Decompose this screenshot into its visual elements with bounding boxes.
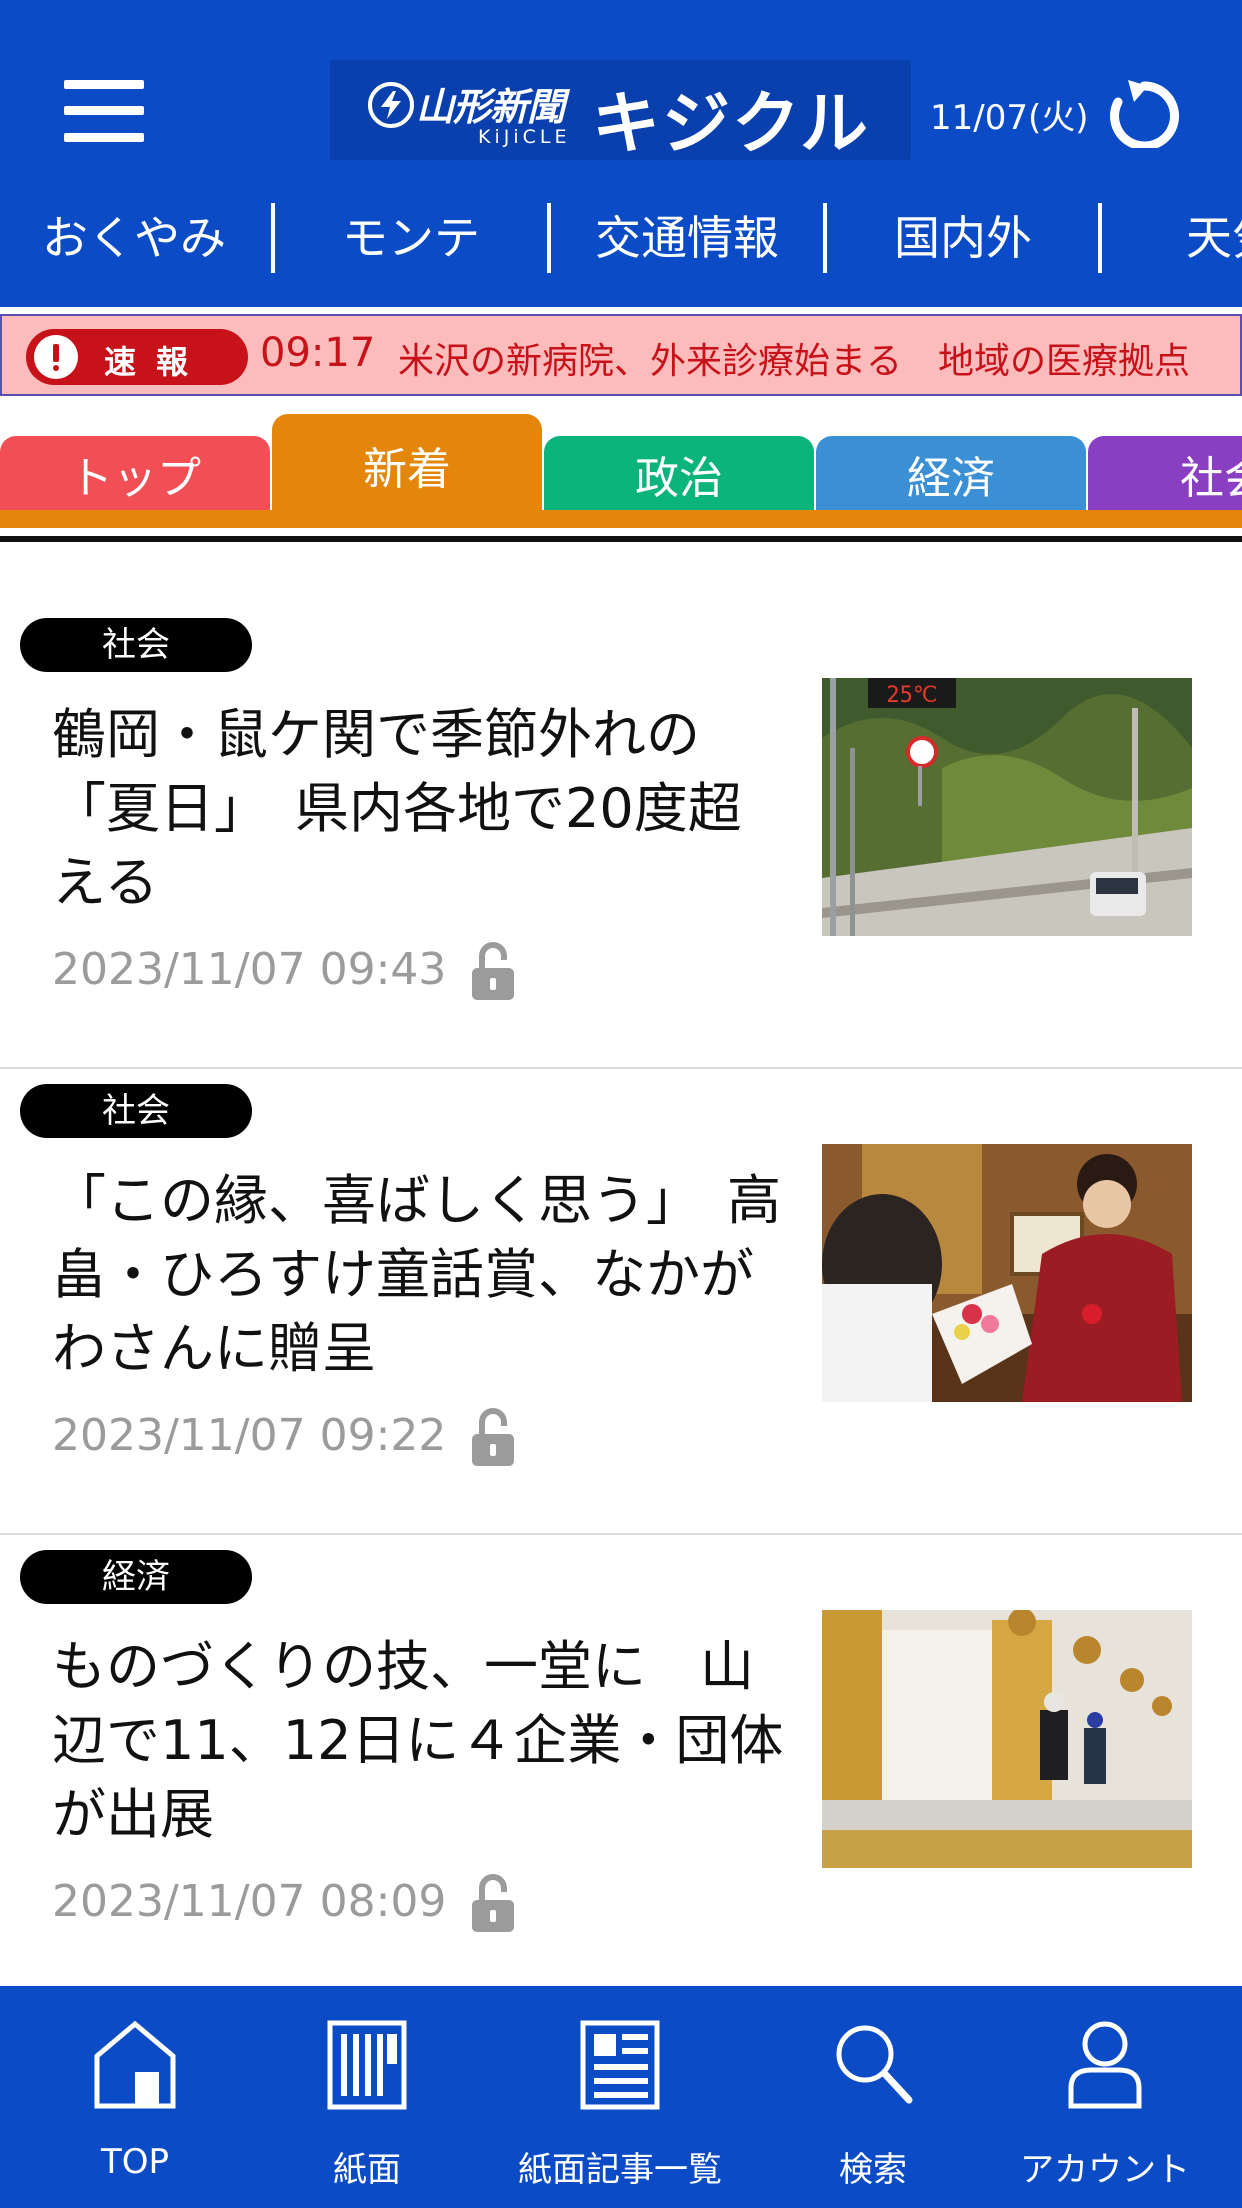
bottom-nav-label: 検索: [839, 2150, 907, 2190]
logo-subtitle: KiJiCLE: [478, 126, 571, 148]
breaking-headline[interactable]: 米沢の新病院、外来診療始まる 地域の医療拠点: [398, 332, 1190, 384]
breaking-time: 09:17: [260, 330, 376, 376]
bottom-nav-account[interactable]: アカウント: [1010, 1986, 1200, 2208]
search-icon: [833, 2020, 913, 2114]
category-montedio[interactable]: モンテ: [300, 205, 522, 271]
bottom-nav-top[interactable]: TOP: [40, 1986, 230, 2208]
genre-label: 社会: [20, 618, 252, 672]
logo-app-name: キジクル: [592, 85, 870, 164]
newspaper-icon: [327, 2020, 407, 2114]
article-headline[interactable]: 鶴岡・鼠ケ関で季節外れの「夏日」 県内各地で20度超える: [52, 698, 792, 920]
tab-economy[interactable]: 経済: [816, 436, 1086, 512]
alert-icon: [34, 335, 78, 379]
article-thumbnail: 25℃: [822, 678, 1192, 936]
article-item[interactable]: 社会 鶴岡・鼠ケ関で季節外れの「夏日」 県内各地で20度超える 2023/11/…: [0, 604, 1242, 1069]
tab-strip: [0, 510, 1242, 528]
bottom-nav-label: アカウント: [1020, 2150, 1190, 2190]
bottom-nav-article-list[interactable]: 紙面記事一覧: [500, 1986, 740, 2208]
category-divider: [547, 203, 551, 273]
tab-new[interactable]: 新着: [272, 414, 542, 512]
article-item[interactable]: 社会 「この縁、喜ばしく思う」 高畠・ひろすけ童話賞、なかがわさんに贈呈 202…: [0, 1070, 1242, 1535]
category-divider: [823, 203, 827, 273]
bottom-nav-paper[interactable]: 紙面: [272, 1986, 462, 2208]
home-icon: [93, 2020, 177, 2114]
refresh-icon[interactable]: [1108, 72, 1180, 151]
article-thumbnail: [822, 1144, 1192, 1402]
article-list-icon: [580, 2020, 660, 2114]
genre-label: 経済: [20, 1550, 252, 1604]
bottom-nav-label: 紙面記事一覧: [518, 2150, 722, 2190]
tab-politics[interactable]: 政治: [544, 436, 814, 512]
hamburger-menu-icon[interactable]: [64, 80, 144, 142]
category-traffic[interactable]: 交通情報: [576, 205, 798, 271]
genre-tabs: トップ 新着 政治 経済 社会: [0, 408, 1242, 528]
account-icon: [1067, 2020, 1143, 2114]
category-nav: おくやみ モンテ 交通情報 国内外 天気: [0, 195, 1242, 283]
category-okuyami[interactable]: おくやみ: [24, 205, 244, 271]
article-item[interactable]: 経済 ものづくりの技、一堂に 山辺で11、12日に４企業・団体が出展 2023/…: [0, 1536, 1242, 2001]
tab-top[interactable]: トップ: [0, 436, 270, 512]
app-logo[interactable]: 山形新聞 KiJiCLE キジクル: [330, 60, 911, 164]
bottom-nav-search[interactable]: 検索: [778, 1986, 968, 2208]
article-timestamp: 2023/11/07 09:22: [52, 1410, 447, 1461]
logo-paper-name: 山形新聞: [416, 85, 565, 129]
category-national[interactable]: 国内外: [852, 205, 1074, 271]
category-divider: [271, 203, 275, 273]
bottom-nav-label: TOP: [100, 2142, 170, 2182]
article-headline[interactable]: ものづくりの技、一堂に 山辺で11、12日に４企業・団体が出展: [52, 1630, 792, 1852]
category-divider: [1098, 203, 1102, 273]
unlocked-icon: [470, 1408, 516, 1468]
category-weather[interactable]: 天気: [1186, 205, 1242, 271]
breaking-badge-label: 速報: [104, 343, 209, 381]
breaking-news-badge[interactable]: 速報: [26, 329, 248, 385]
bottom-nav-label: 紙面: [333, 2150, 401, 2190]
bottom-tab-bar: TOP 紙面 紙面記事一覧 検索 アカウント: [0, 1986, 1242, 2208]
genre-label: 社会: [20, 1084, 252, 1138]
tab-society[interactable]: 社会: [1088, 436, 1242, 512]
lightning-logo-icon: [368, 82, 414, 128]
current-date: 11/07(火): [930, 98, 1089, 138]
thermometer-display: 25℃: [886, 683, 937, 708]
tab-divider: [0, 536, 1242, 542]
unlocked-icon: [470, 942, 516, 1002]
article-thumbnail: [822, 1610, 1192, 1868]
app-header: 山形新聞 KiJiCLE キジクル 11/07(火) おくやみ モンテ 交通情報…: [0, 0, 1242, 307]
unlocked-icon: [470, 1874, 516, 1934]
article-headline[interactable]: 「この縁、喜ばしく思う」 高畠・ひろすけ童話賞、なかがわさんに贈呈: [52, 1164, 792, 1386]
breaking-news-bar[interactable]: 速報 09:17 米沢の新病院、外来診療始まる 地域の医療拠点: [0, 314, 1242, 396]
article-timestamp: 2023/11/07 08:09: [52, 1876, 447, 1927]
article-timestamp: 2023/11/07 09:43: [52, 944, 447, 995]
